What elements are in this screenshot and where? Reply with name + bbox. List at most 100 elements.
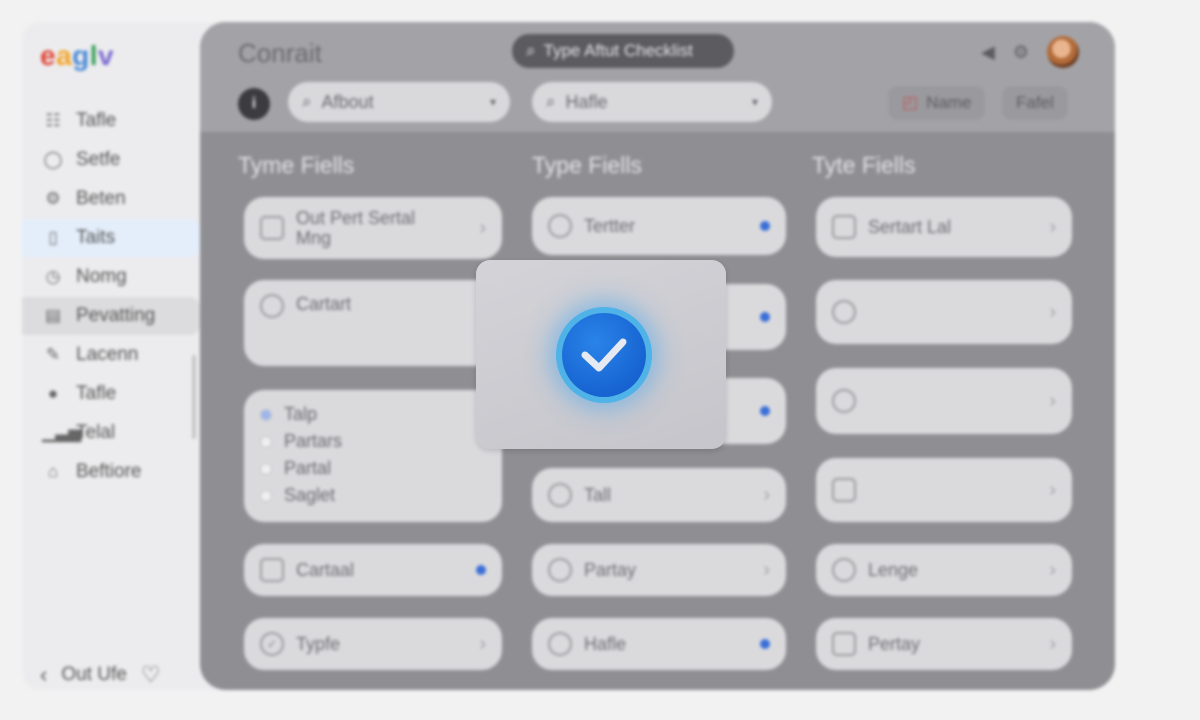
checkmark-icon (562, 313, 646, 397)
logo-letter: a (56, 40, 73, 71)
status-dot (760, 406, 770, 416)
settings-icon[interactable]: ⚙ (1013, 42, 1029, 63)
chevron-right-icon: › (1049, 300, 1056, 323)
sidebar-item-label: Lacenn (76, 344, 139, 365)
sidebar-item-nomg[interactable]: ◷ Nomg (22, 258, 200, 296)
card-label: Cartart (296, 294, 352, 314)
radio-option[interactable]: Partars (260, 431, 342, 452)
app-logo[interactable]: eaglv (40, 40, 114, 72)
heart-icon (832, 558, 856, 582)
field-card[interactable]: Tall › (532, 468, 786, 522)
field-card[interactable]: Sertart Lal › (816, 197, 1072, 257)
avatar[interactable] (1047, 36, 1079, 68)
sidebar-item-tafle-2[interactable]: ● Tafle (22, 375, 200, 413)
gear-icon: ⚙ (45, 189, 61, 208)
heart-icon[interactable]: ♡ (141, 662, 161, 688)
radio-icon (260, 489, 272, 502)
info-icon: i (251, 95, 257, 112)
fafel-button[interactable]: Fafel (1002, 86, 1068, 120)
sidebar-item-beftiore[interactable]: ⌂ Beftiore (22, 453, 200, 491)
card-label: Cartaal (296, 559, 355, 580)
cloud-icon (832, 300, 856, 324)
search-icon: ⌕ (546, 92, 556, 111)
sidebar-item-taits[interactable]: ▯ Taits (22, 219, 200, 257)
chevron-left-icon[interactable]: ‹ (40, 662, 47, 688)
field-card[interactable]: › (816, 280, 1072, 344)
sidebar-item-beten[interactable]: ⚙ Beten (22, 180, 200, 218)
field-card[interactable]: Pertay › (816, 618, 1072, 670)
radio-option[interactable]: Talp (260, 404, 342, 425)
command-placeholder: Type Aftut Checklist (543, 41, 693, 60)
filter-dropdown-1[interactable]: ⌕ Afbout ▾ (288, 82, 510, 122)
info-button[interactable]: i (238, 88, 270, 120)
field-card[interactable]: Tertter (532, 197, 786, 255)
sidebar-item-label: Pevatting (76, 305, 156, 326)
document-icon: ▤ (44, 306, 62, 325)
chevron-down-icon: ▾ (751, 95, 758, 109)
radio-icon (260, 435, 272, 448)
status-dot (760, 639, 770, 649)
sidebar-item-tafle[interactable]: ☷ Tafle (22, 102, 200, 140)
volume-icon[interactable]: ◀ (981, 42, 995, 63)
top-icons: ◀ ⚙ (981, 36, 1079, 68)
radio-option[interactable]: Saglet (260, 485, 342, 506)
circle-icon (548, 214, 572, 238)
chevron-right-icon: › (1049, 558, 1056, 581)
chevron-right-icon: › (763, 483, 770, 506)
pencil-icon: ✎ (45, 345, 61, 364)
field-card[interactable]: Cartaal (244, 544, 502, 596)
microphone-icon: ● (47, 384, 59, 403)
sidebar-nav: ☷ Tafle ◯ Setfe ⚙ Beten ▯ Taits ◷ Nomg ▤ Pevat… (22, 102, 200, 492)
status-dot (476, 565, 486, 575)
field-card[interactable]: ✓ Typfe › (244, 618, 502, 670)
radio-checked-icon (260, 408, 272, 421)
footer-label[interactable]: Out Ufe (61, 664, 126, 686)
name-button[interactable]: ◰ Name (888, 86, 986, 120)
sidebar-item-lacenn[interactable]: ✎ Lacenn (22, 336, 200, 374)
circle-icon (548, 558, 572, 582)
logo-letter: v (98, 40, 115, 71)
sidebar-item-pevatting[interactable]: ▤ Pevatting (22, 297, 200, 335)
sidebar-item-label: Taits (76, 227, 116, 248)
sidebar-item-setfe[interactable]: ◯ Setfe (22, 141, 200, 179)
sidebar-scrollbar[interactable] (192, 355, 196, 439)
field-card[interactable]: Partay › (532, 544, 786, 596)
card-label: Typfe (296, 633, 341, 654)
sidebar-footer: ‹ Out Ufe ♡ (40, 662, 161, 688)
sidebar-item-label: Setfe (76, 149, 121, 170)
field-card[interactable]: › (816, 458, 1072, 522)
radio-group: Talp Partars Partal Saglet (260, 404, 342, 506)
field-card[interactable]: › (816, 368, 1072, 434)
square-icon (832, 632, 856, 656)
radio-label: Partars (284, 431, 343, 451)
field-card[interactable]: Cartart (244, 280, 502, 366)
success-dialog[interactable] (476, 260, 726, 449)
chevron-right-icon: › (1049, 389, 1056, 412)
chevron-right-icon: › (1049, 632, 1056, 655)
square-icon (260, 216, 284, 240)
circle-icon (548, 483, 572, 507)
grid-icon (832, 215, 856, 239)
sidebar-item-telal[interactable]: ▁▃▅ Telal (22, 414, 200, 452)
command-search[interactable]: ⌕ Type Aftut Checklist (512, 34, 734, 68)
radio-option[interactable]: Partal (260, 458, 342, 479)
filter-label: Hafle (565, 91, 608, 112)
sidebar-item-label: Beten (76, 188, 126, 209)
filter-dropdown-2[interactable]: ⌕ Hafle ▾ (532, 82, 772, 122)
field-card[interactable]: Hafle (532, 618, 786, 670)
column-title: Tyte Fiells (812, 152, 916, 178)
calendar-icon (260, 558, 284, 582)
status-dot (760, 221, 770, 231)
field-card[interactable]: Lenge › (816, 544, 1072, 596)
radio-label: Saglet (284, 485, 336, 505)
search-icon: ⌕ (302, 92, 312, 111)
page-title: Conrait (238, 38, 322, 68)
circle-icon (260, 294, 284, 318)
sidebar-item-label: Tafle (76, 383, 117, 404)
timer-icon: ◷ (45, 267, 61, 286)
name-button-label: Name (926, 93, 972, 112)
chevron-right-icon: › (1049, 215, 1056, 238)
field-card[interactable]: Out Pert Sertal Mng › (244, 197, 502, 259)
search-icon: ⌕ (526, 41, 536, 60)
chat-icon: ◯ (43, 150, 63, 169)
